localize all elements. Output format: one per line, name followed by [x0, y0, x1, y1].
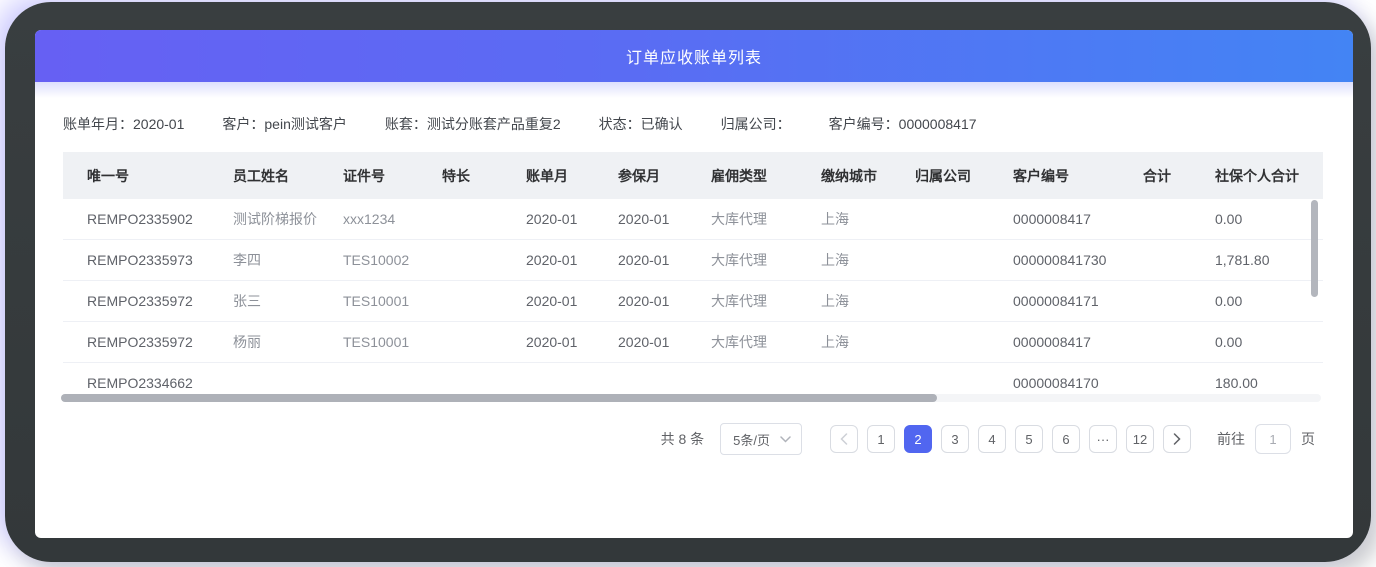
filter-status: 状态：已确认	[599, 114, 683, 134]
pagination-bar: 共 8 条 5条/页 1 2 3 4 5 6 ···	[35, 423, 1315, 455]
col-total: 合计	[1134, 152, 1191, 199]
page-button-12[interactable]: 12	[1126, 425, 1154, 453]
filter-bill-month: 账单年月：2020-01	[63, 114, 184, 134]
table-row: REMPO2335972杨丽TES100012020-012020-01大库代理…	[63, 322, 1323, 363]
page-button-5[interactable]: 5	[1015, 425, 1043, 453]
col-owner-company: 归属公司	[891, 152, 989, 199]
page-button-4[interactable]: 4	[978, 425, 1006, 453]
bill-table-header: 唯一号 员工姓名 证件号 特长 账单月 参保月 雇佣类型 缴纳城市 归属公司 客…	[63, 152, 1323, 199]
col-customer-code: 客户编号	[989, 152, 1134, 199]
col-pay-city: 缴纳城市	[797, 152, 891, 199]
col-cert-no: 证件号	[319, 152, 418, 199]
page-size-select[interactable]: 5条/页	[720, 423, 802, 455]
chevron-down-icon	[780, 436, 791, 443]
goto-page-input[interactable]	[1255, 424, 1291, 454]
next-page-button[interactable]	[1163, 425, 1191, 453]
col-bill-month: 账单月	[502, 152, 594, 199]
col-social-personal-total: 社保个人合计	[1191, 152, 1323, 199]
page-button-3[interactable]: 3	[941, 425, 969, 453]
chevron-left-icon	[840, 433, 848, 445]
col-employee-name: 员工姓名	[209, 152, 319, 199]
filter-account-set: 账套：测试分账套产品重复2	[385, 114, 561, 134]
more-icon: ···	[1097, 432, 1110, 447]
modal-dialog: 订单应收账单列表 账单年月：2020-01 客户：pein测试客户 账套：测试分…	[35, 30, 1353, 538]
col-unique-id: 唯一号	[63, 152, 209, 199]
table-row: REMPO2335902测试阶梯报价xxx12342020-012020-01大…	[63, 199, 1323, 240]
page-button-2-active[interactable]: 2	[904, 425, 932, 453]
filter-customer-code: 客户编号：0000008417	[829, 114, 977, 134]
page-button-1[interactable]: 1	[867, 425, 895, 453]
window-frame: 订单应收账单列表 账单年月：2020-01 客户：pein测试客户 账套：测试分…	[5, 2, 1371, 562]
table-row: REMPO2335973李四TES100022020-012020-01大库代理…	[63, 240, 1323, 281]
bill-table: 唯一号 员工姓名 证件号 特长 账单月 参保月 雇佣类型 缴纳城市 归属公司 客…	[63, 152, 1323, 403]
page-size-value: 5条/页	[733, 430, 770, 449]
prev-page-button[interactable]	[830, 425, 858, 453]
filter-summary-row: 账单年月：2020-01 客户：pein测试客户 账套：测试分账套产品重复2 状…	[35, 98, 1353, 150]
col-insured-month: 参保月	[594, 152, 687, 199]
table-header-row: 唯一号 员工姓名 证件号 特长 账单月 参保月 雇佣类型 缴纳城市 归属公司 客…	[63, 152, 1323, 199]
title-bar-shadow	[35, 82, 1353, 98]
modal-title: 订单应收账单列表	[626, 44, 762, 68]
goto-label: 前往	[1217, 429, 1245, 449]
chevron-right-icon	[1173, 433, 1181, 445]
goto-page: 前往 页	[1217, 424, 1315, 454]
filter-customer: 客户：pein测试客户	[222, 114, 346, 134]
total-count-label: 共 8 条	[661, 429, 705, 449]
pager: 1 2 3 4 5 6 ··· 12	[830, 425, 1191, 453]
horizontal-scrollbar-thumb[interactable]	[61, 394, 937, 402]
goto-suffix: 页	[1301, 429, 1315, 449]
table-row: REMPO2335972张三TES100012020-012020-01大库代理…	[63, 281, 1323, 322]
table-body-viewport: REMPO2335902测试阶梯报价xxx12342020-012020-01大…	[63, 199, 1323, 403]
col-employ-type: 雇佣类型	[687, 152, 797, 199]
vertical-scrollbar-thumb[interactable]	[1311, 200, 1318, 297]
filter-owner-company: 归属公司：	[721, 114, 791, 134]
more-pages-button[interactable]: ···	[1089, 425, 1117, 453]
modal-title-bar: 订单应收账单列表	[35, 30, 1353, 82]
col-specialty: 特长	[418, 152, 502, 199]
page-button-6[interactable]: 6	[1052, 425, 1080, 453]
